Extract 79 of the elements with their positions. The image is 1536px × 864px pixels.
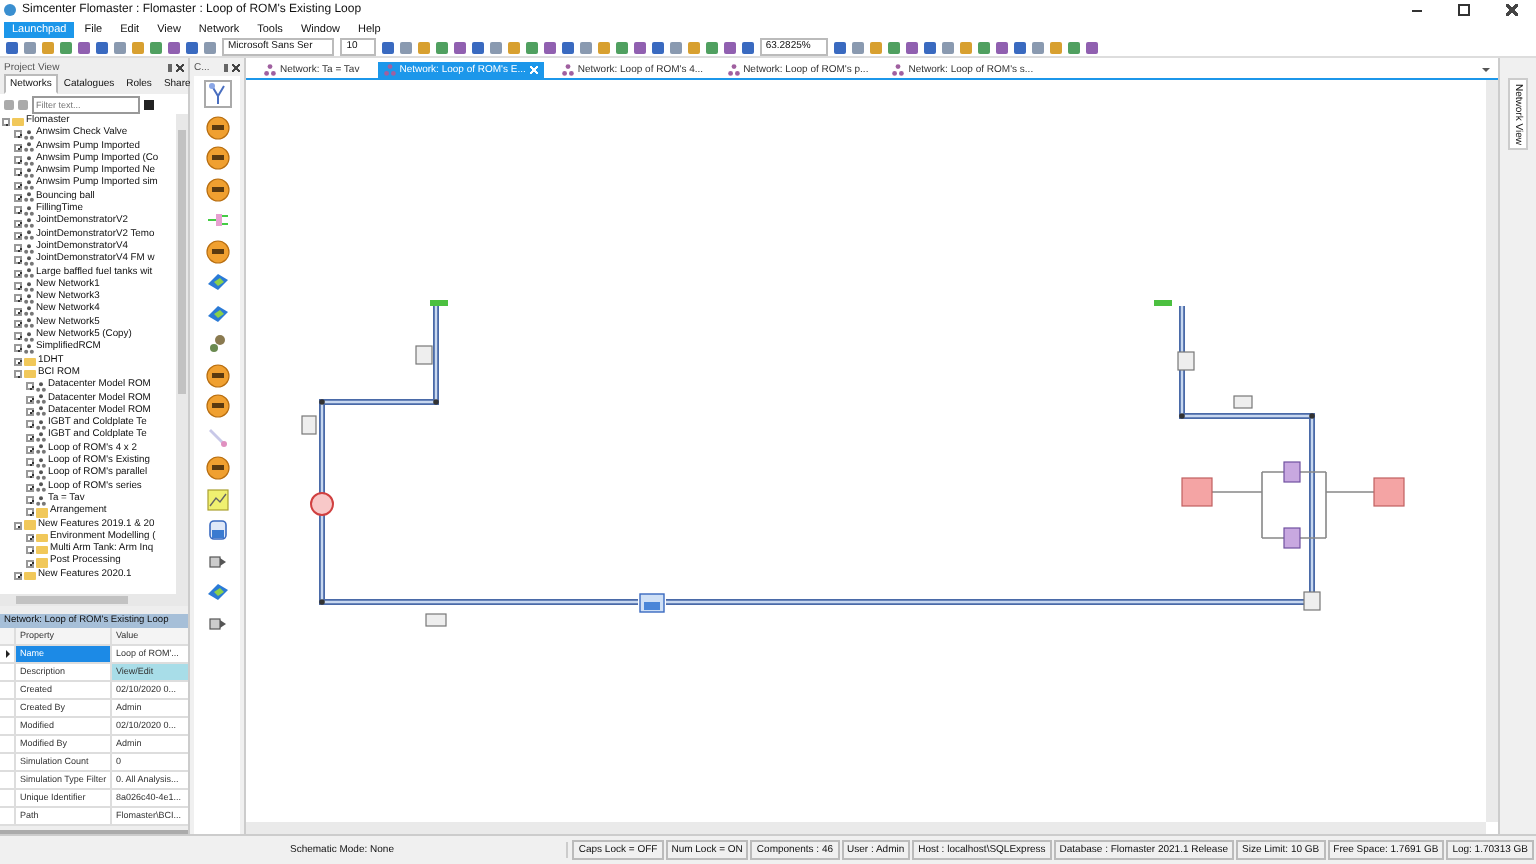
node-dot[interactable] (433, 399, 439, 405)
expander-icon[interactable] (26, 458, 34, 467)
expander-icon[interactable] (14, 244, 22, 253)
heat-block-icon[interactable] (205, 301, 229, 325)
valve-icon[interactable] (205, 332, 229, 356)
expander-icon[interactable] (14, 282, 22, 290)
expander-icon[interactable] (14, 370, 22, 379)
round-component-icon[interactable] (205, 146, 229, 170)
round-component-icon[interactable] (205, 456, 229, 480)
round-component-icon[interactable] (205, 177, 229, 201)
round-component-icon[interactable] (205, 394, 229, 418)
expander-icon[interactable] (14, 193, 22, 202)
scrollbar[interactable] (0, 594, 188, 606)
expander-icon[interactable] (14, 307, 22, 316)
dropdown-arrow-icon[interactable] (1482, 68, 1490, 72)
network-icon (561, 64, 574, 76)
expander-icon[interactable] (26, 420, 34, 429)
pump-icon[interactable] (310, 492, 334, 516)
rom-component-icon[interactable] (639, 593, 665, 613)
expander-icon[interactable] (26, 483, 34, 492)
expander-icon[interactable] (14, 521, 22, 530)
round-component-icon[interactable] (205, 363, 229, 387)
expander-icon[interactable] (14, 168, 22, 177)
expander-icon[interactable] (14, 181, 22, 190)
expander-icon[interactable] (14, 571, 22, 580)
chart-component-icon[interactable] (205, 487, 229, 511)
expander-icon[interactable] (26, 546, 34, 555)
network-icon (892, 64, 905, 76)
expander-icon[interactable] (26, 496, 34, 505)
parallel-branch-drawing[interactable] (1181, 461, 1405, 549)
expander-icon[interactable] (14, 231, 22, 240)
node-dot[interactable] (1309, 413, 1315, 419)
expander-icon[interactable] (26, 445, 34, 454)
expander-icon[interactable] (26, 508, 34, 517)
heat-block-icon[interactable] (205, 270, 229, 294)
round-component-icon[interactable] (205, 239, 229, 263)
scrollbar[interactable] (1486, 80, 1498, 822)
round-component-icon[interactable] (205, 115, 229, 139)
pipe[interactable] (666, 306, 1315, 605)
expander-icon[interactable] (2, 118, 10, 127)
expander-icon[interactable] (26, 470, 34, 479)
node-dot[interactable] (319, 399, 325, 405)
expander-icon[interactable] (14, 269, 22, 278)
clear-filter-icon[interactable] (144, 99, 154, 109)
network-icon (264, 64, 276, 76)
network-icon (727, 64, 740, 76)
network-icon (383, 64, 396, 76)
app-logo-icon (4, 4, 16, 16)
expander-icon[interactable] (26, 433, 34, 442)
expander-icon[interactable] (26, 533, 34, 542)
expander-icon[interactable] (14, 130, 22, 139)
label-tag[interactable] (1303, 591, 1321, 611)
scrollbar[interactable] (246, 822, 1486, 834)
node-dot[interactable] (1179, 413, 1185, 419)
folder-icon (12, 117, 24, 127)
expander-icon[interactable] (14, 256, 22, 265)
expander-icon[interactable] (26, 559, 34, 568)
expander-icon[interactable] (26, 407, 34, 416)
expander-icon[interactable] (14, 143, 22, 152)
expander-icon[interactable] (14, 332, 22, 341)
heat-block-icon[interactable] (205, 580, 229, 604)
expander-icon[interactable] (14, 206, 22, 215)
tank-icon[interactable] (205, 518, 229, 542)
label-tag[interactable] (1177, 351, 1195, 371)
expander-icon[interactable] (14, 344, 22, 353)
close-icon[interactable] (232, 63, 240, 71)
pipe[interactable] (319, 303, 641, 605)
expander-icon[interactable] (14, 219, 22, 228)
expander-icon[interactable] (14, 357, 22, 366)
expander-icon[interactable] (26, 395, 34, 404)
close-icon[interactable] (176, 63, 184, 71)
expander-icon[interactable] (14, 156, 22, 165)
expander-icon[interactable] (26, 382, 34, 391)
node-dot[interactable] (319, 599, 325, 605)
row-pointer-icon (5, 650, 9, 658)
network-component-icon[interactable] (203, 80, 231, 108)
expander-icon[interactable] (14, 294, 22, 303)
expander-icon[interactable] (14, 319, 22, 328)
scrollbar[interactable] (176, 114, 188, 594)
